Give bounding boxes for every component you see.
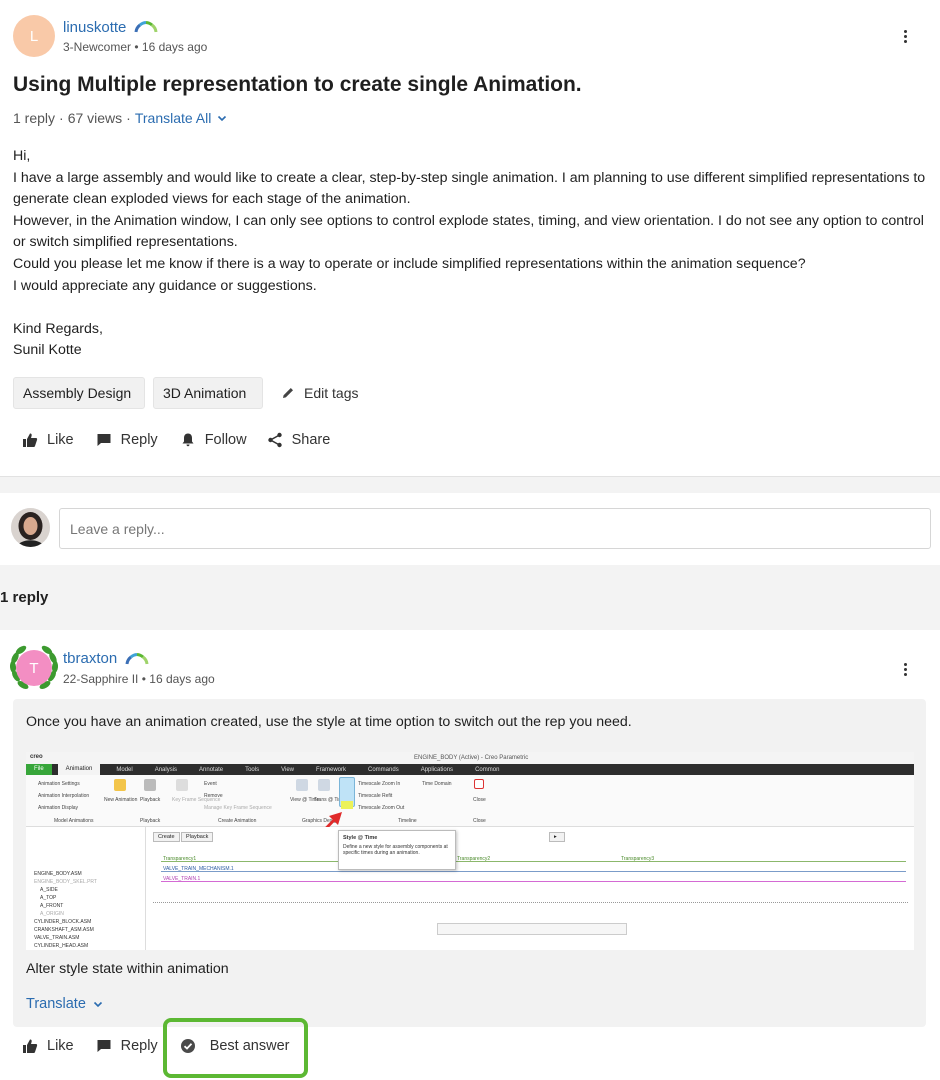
post-author: L linuskotte 3-Newcomer • 16 days ago [13, 15, 207, 57]
post-actions: Like Reply Follow Share [22, 432, 330, 448]
rank-label: 22-Sapphire II [63, 672, 139, 686]
replies-count-heading: 1 reply [0, 589, 49, 606]
more-options-icon[interactable] [897, 26, 913, 46]
reply-bubble: Once you have an animation created, use … [13, 699, 926, 1027]
reply-age: 16 days ago [149, 672, 215, 686]
pencil-icon [283, 388, 293, 398]
share-button[interactable]: Share [267, 432, 330, 448]
tag-3d-animation[interactable]: 3D Animation [153, 377, 263, 409]
comment-icon [97, 1040, 111, 1052]
style-at-time-tooltip: Style @ Time Define a new style for asse… [338, 830, 456, 870]
reply-input[interactable] [59, 508, 931, 549]
post-body: Hi, I have a large assembly and would li… [13, 148, 926, 359]
edit-tags-button[interactable]: Edit tags [280, 385, 358, 401]
rank-icon [125, 652, 149, 664]
username-link[interactable]: tbraxton [63, 650, 117, 667]
translate-all-link[interactable]: Translate All [135, 110, 228, 126]
translate-link[interactable]: Translate [26, 996, 103, 1012]
reply-author-meta: tbraxton 22-Sapphire II • 16 days ago [63, 650, 215, 686]
section-divider [0, 476, 940, 493]
best-answer-highlight-box [163, 1018, 308, 1078]
timeline-toolbar [437, 923, 627, 935]
reply-composer [0, 493, 940, 565]
original-post: L linuskotte 3-Newcomer • 16 days ago Us… [0, 0, 940, 476]
embedded-screenshot[interactable]: creo ENGINE_BODY (Active) - Creo Paramet… [26, 752, 914, 950]
avatar[interactable]: L [13, 15, 55, 57]
chevron-down-icon [93, 1001, 102, 1008]
creo-model-tree: ENGINE_BODY.ASM ENGINE_BODY_SKEL.PRT A_S… [26, 827, 146, 950]
tag-assembly-design[interactable]: Assembly Design [13, 377, 145, 409]
current-user-avatar[interactable] [11, 508, 50, 547]
reply-item: T tbraxton 22-Sapphire II • 16 days ago … [0, 630, 940, 1080]
post-age: 16 days ago [141, 39, 208, 54]
chevron-down-icon [218, 115, 227, 122]
user-portrait-icon [11, 508, 50, 547]
like-button[interactable]: Like [22, 432, 74, 448]
reply-count: 1 reply [13, 110, 56, 126]
reply-button[interactable]: Reply [96, 1038, 158, 1054]
rank-icon [134, 21, 158, 33]
share-icon [267, 432, 282, 448]
avatar-with-laurel[interactable]: T [8, 642, 60, 694]
thumbs-up-icon [23, 433, 38, 447]
follow-button[interactable]: Follow [180, 432, 247, 448]
view-count: 67 views [67, 110, 123, 126]
more-options-icon[interactable] [897, 659, 913, 679]
image-caption: Alter style state within animation [26, 961, 229, 977]
reply-text: Once you have an animation created, use … [26, 714, 632, 730]
author-meta: linuskotte 3-Newcomer • 16 days ago [63, 19, 207, 54]
post-title: Using Multiple representation to create … [13, 73, 582, 96]
bell-icon [182, 433, 194, 447]
creo-timeline: Create Playback ▸ Transparency1 VALVE_TR… [147, 827, 914, 950]
rank-label: 3-Newcomer [63, 39, 132, 54]
play-icon: ▸ [549, 832, 565, 842]
thumbs-up-icon [23, 1039, 38, 1053]
avatar: T [16, 650, 52, 686]
replies-header-band [0, 565, 940, 630]
post-stats: 1 reply · 67 views · Translate All [13, 110, 227, 126]
reply-button[interactable]: Reply [96, 432, 158, 448]
username-link[interactable]: linuskotte [63, 19, 126, 36]
author-sub-meta: 3-Newcomer • 16 days ago [63, 39, 208, 54]
like-button[interactable]: Like [22, 1038, 74, 1054]
timeline-ruler [153, 902, 908, 910]
comment-icon [97, 434, 111, 446]
